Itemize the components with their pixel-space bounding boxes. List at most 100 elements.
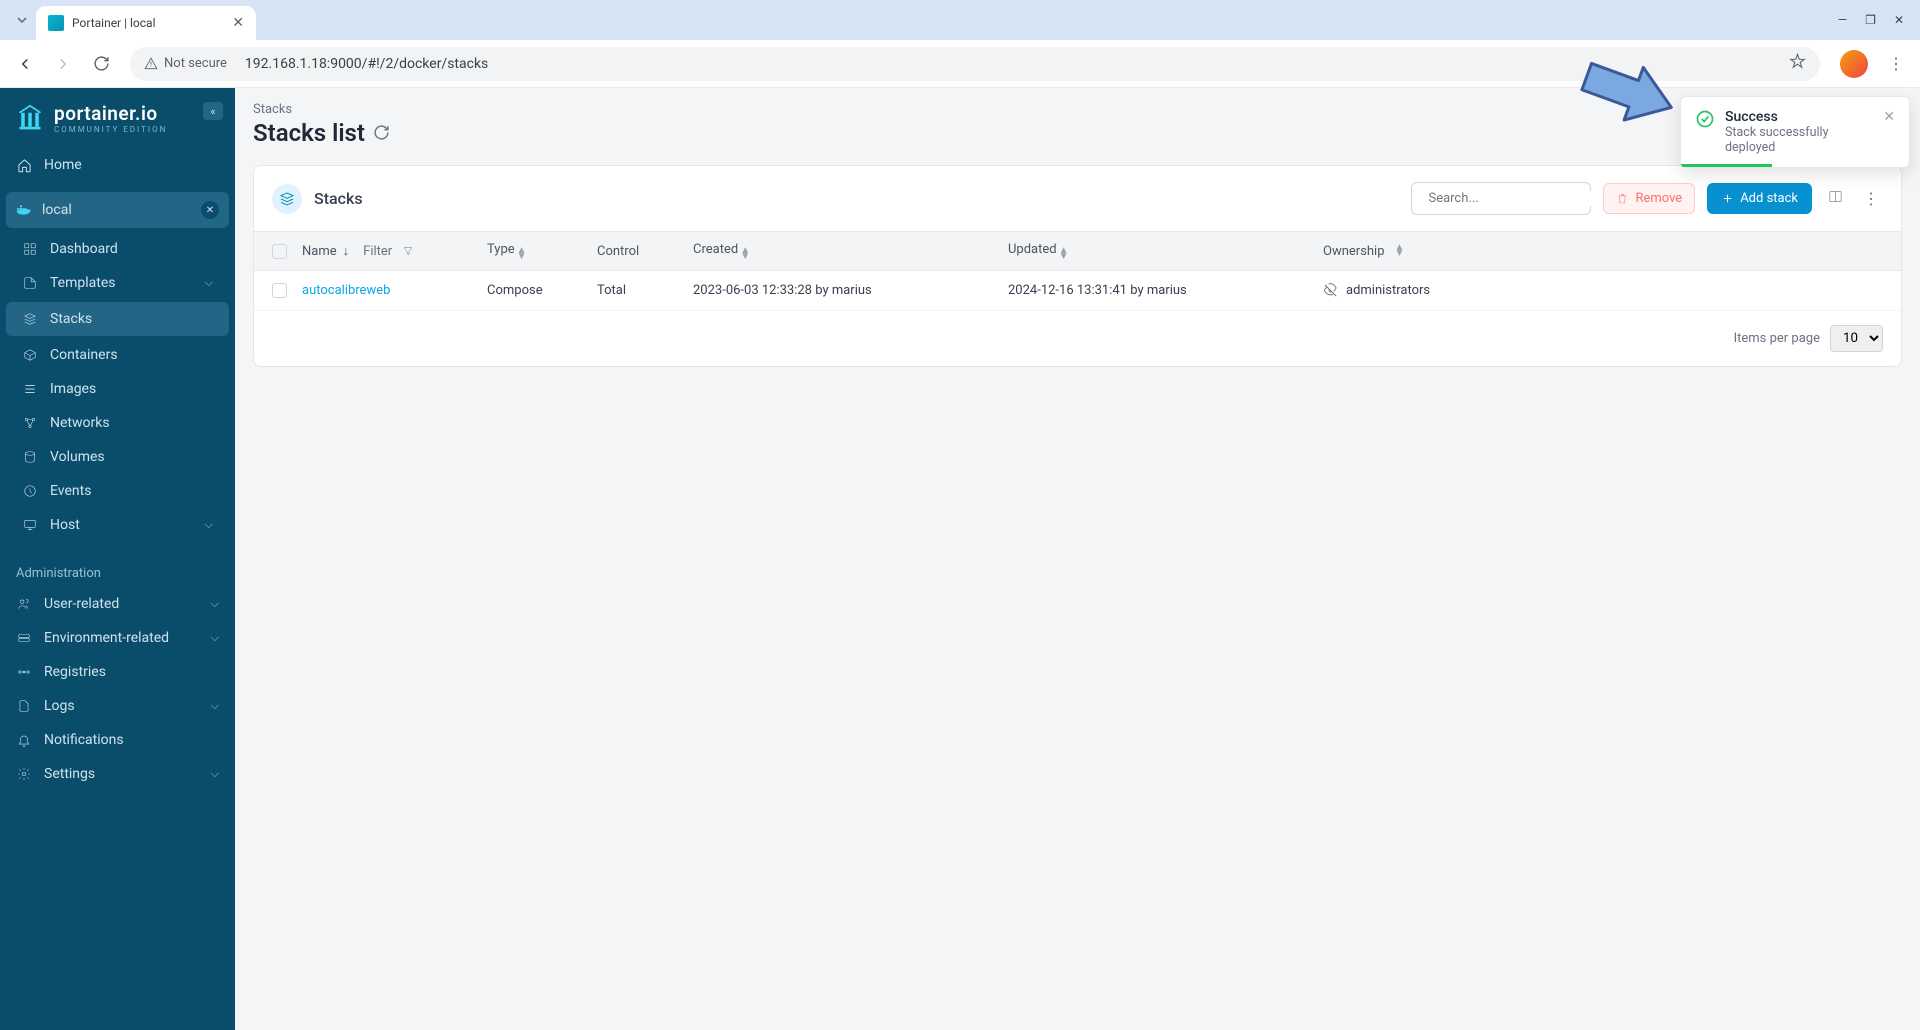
plus-icon [1721, 192, 1734, 205]
sidebar-item-environment-related[interactable]: Environment-related ⌵ [0, 621, 235, 655]
security-indicator[interactable]: Not secure [144, 56, 227, 71]
stacks-icon [22, 312, 38, 326]
page-size-select[interactable]: 10 [1830, 325, 1883, 352]
sidebar-item-images[interactable]: Images [6, 372, 229, 406]
environment-close-icon[interactable]: ✕ [201, 201, 219, 219]
trash-icon [1616, 192, 1629, 205]
remove-label: Remove [1635, 191, 1682, 206]
sidebar-item-label: Home [44, 157, 82, 173]
sidebar-item-notifications[interactable]: Notifications [0, 723, 235, 757]
sidebar-item-home[interactable]: Home [0, 148, 235, 182]
events-icon [22, 484, 38, 498]
breadcrumb[interactable]: Stacks [253, 102, 1902, 117]
sidebar-item-label: Volumes [50, 449, 105, 465]
add-stack-button[interactable]: Add stack [1707, 183, 1812, 214]
stack-name-link[interactable]: autocalibreweb [302, 283, 390, 298]
table-header: Name ↓ Filter Type▲▼ Control Created▲▼ U… [254, 231, 1901, 271]
sidebar-item-settings[interactable]: Settings ⌵ [0, 757, 235, 791]
registries-icon [16, 665, 32, 679]
sidebar-item-host[interactable]: Host ⌵ [6, 508, 229, 542]
stacks-panel: Stacks ✕ Remove Add stack ⋮ [253, 165, 1902, 367]
row-checkbox[interactable] [272, 283, 287, 298]
sidebar-item-dashboard[interactable]: Dashboard [6, 232, 229, 266]
tab-search-dropdown[interactable] [8, 6, 36, 34]
sidebar-item-label: Settings [44, 766, 95, 782]
browser-menu-icon[interactable]: ⋮ [1880, 54, 1912, 73]
tab-favicon [48, 15, 64, 31]
chevron-down-icon: ⌵ [205, 518, 213, 532]
logo[interactable]: portainer.io COMMUNITY EDITION [0, 88, 235, 148]
sidebar-item-networks[interactable]: Networks [6, 406, 229, 440]
sidebar-item-registries[interactable]: Registries [0, 655, 235, 689]
cell-created: 2023-06-03 12:33:28 by marius [693, 283, 1008, 298]
sidebar-item-user-related[interactable]: User-related ⌵ [0, 587, 235, 621]
bookmark-icon[interactable] [1789, 53, 1806, 74]
sidebar-item-label: Logs [44, 698, 75, 714]
table-menu-icon[interactable]: ⋮ [1859, 189, 1883, 208]
sidebar-item-label: Host [50, 517, 80, 533]
dashboard-icon [22, 242, 38, 256]
logo-text: portainer.io [54, 102, 167, 125]
home-icon [16, 158, 32, 173]
sidebar-item-label: Templates [50, 275, 116, 291]
sidebar-item-events[interactable]: Events [6, 474, 229, 508]
search-input[interactable]: ✕ [1411, 182, 1591, 215]
not-secure-label: Not secure [164, 56, 227, 71]
chevron-down-icon: ⌵ [211, 767, 219, 781]
remove-button[interactable]: Remove [1603, 183, 1695, 214]
minimize-icon[interactable]: — [1838, 13, 1847, 27]
stacks-panel-icon [272, 184, 302, 214]
select-all-checkbox[interactable] [272, 244, 287, 259]
filter-icon[interactable] [402, 245, 414, 257]
back-button[interactable] [8, 47, 42, 81]
column-header-created[interactable]: Created▲▼ [693, 242, 1008, 260]
sidebar-environment-selector[interactable]: local ✕ [6, 192, 229, 228]
images-icon [22, 382, 38, 396]
panel-title: Stacks [314, 189, 1399, 208]
tab-title: Portainer | local [72, 16, 224, 30]
columns-toggle-icon[interactable] [1824, 189, 1847, 208]
column-header-updated[interactable]: Updated▲▼ [1008, 242, 1323, 260]
browser-toolbar: Not secure 192.168.1.18:9000/#!/2/docker… [0, 40, 1920, 88]
sidebar-item-logs[interactable]: Logs ⌵ [0, 689, 235, 723]
browser-tabstrip: Portainer | local ✕ — ❐ ✕ [0, 0, 1920, 40]
sidebar-section-header: Administration [0, 552, 235, 587]
browser-tab[interactable]: Portainer | local ✕ [36, 6, 256, 40]
maximize-icon[interactable]: ❐ [1865, 13, 1876, 27]
containers-icon [22, 348, 38, 362]
url-text: 192.168.1.18:9000/#!/2/docker/stacks [245, 56, 1781, 72]
column-header-type[interactable]: Type▲▼ [487, 242, 597, 260]
close-window-icon[interactable]: ✕ [1894, 13, 1904, 27]
forward-button[interactable] [46, 47, 80, 81]
toast-notification: Success Stack successfully deployed ✕ [1680, 96, 1910, 168]
page-title-text: Stacks list [253, 119, 365, 147]
networks-icon [22, 416, 38, 430]
sidebar-item-containers[interactable]: Containers [6, 338, 229, 372]
sort-icon: ▲▼ [517, 248, 527, 260]
sidebar-collapse-button[interactable]: « [203, 102, 223, 120]
sidebar-item-label: Environment-related [44, 630, 169, 646]
cell-ownership: administrators [1323, 283, 1883, 298]
toast-close-icon[interactable]: ✕ [1883, 109, 1895, 155]
table-row: autocalibreweb Compose Total 2023-06-03 … [254, 271, 1901, 311]
reload-button[interactable] [84, 47, 118, 81]
sidebar-item-label: Registries [44, 664, 106, 680]
close-icon[interactable]: ✕ [232, 15, 244, 31]
sidebar-item-stacks[interactable]: Stacks [6, 302, 229, 336]
search-field[interactable] [1428, 191, 1594, 206]
filter-label[interactable]: Filter [363, 244, 392, 259]
sidebar-item-volumes[interactable]: Volumes [6, 440, 229, 474]
add-label: Add stack [1740, 191, 1798, 206]
window-controls: — ❐ ✕ [1838, 13, 1912, 27]
sidebar-item-templates[interactable]: Templates ⌵ [6, 266, 229, 300]
warning-icon [144, 57, 158, 71]
column-header-ownership[interactable]: Ownership▲▼ [1323, 244, 1883, 259]
column-header-control[interactable]: Control [597, 244, 693, 259]
address-bar[interactable]: Not secure 192.168.1.18:9000/#!/2/docker… [130, 47, 1820, 81]
sort-icon: ▲▼ [1395, 245, 1405, 257]
profile-avatar[interactable] [1840, 50, 1868, 78]
column-header-name[interactable]: Name ↓ Filter [302, 243, 487, 259]
users-icon [16, 597, 32, 611]
sidebar-item-label: Events [50, 483, 91, 499]
refresh-icon[interactable] [373, 119, 390, 147]
